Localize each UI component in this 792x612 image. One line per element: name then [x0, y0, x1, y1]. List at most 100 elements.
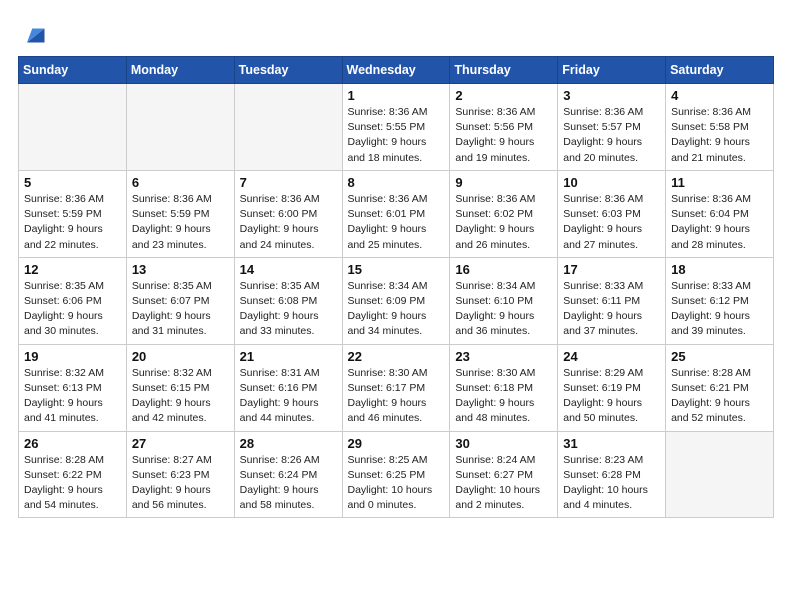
- calendar-cell: [126, 84, 234, 171]
- day-info: Sunrise: 8:23 AM Sunset: 6:28 PM Dayligh…: [563, 453, 660, 514]
- day-number: 6: [132, 175, 229, 190]
- calendar-cell: 5 Sunrise: 8:36 AM Sunset: 5:59 PM Daylig…: [19, 170, 127, 257]
- day-number: 7: [240, 175, 337, 190]
- day-number: 30: [455, 436, 552, 451]
- calendar-cell: [666, 431, 774, 518]
- col-header-monday: Monday: [126, 57, 234, 84]
- calendar-cell: 24Sunrise: 8:29 AM Sunset: 6:19 PM Dayli…: [558, 344, 666, 431]
- calendar-header-row: SundayMondayTuesdayWednesdayThursdayFrid…: [19, 57, 774, 84]
- calendar-cell: 17 Sunrise: 8:33 AM Sunset: 6:11 PM Dayli…: [558, 257, 666, 344]
- calendar-cell: 13 Sunrise: 8:35 AM Sunset: 6:07 PM Dayli…: [126, 257, 234, 344]
- day-number: 19: [24, 349, 121, 364]
- day-info: Sunrise: 8:30 AM Sunset: 6:17 PM Dayligh…: [348, 366, 445, 427]
- day-info: Sunrise: 8:25 AM Sunset: 6:25 PM Dayligh…: [348, 453, 445, 514]
- day-number: 17: [563, 262, 660, 277]
- day-info: Sunrise: 8:33 AM Sunset: 6:12 PM Dayligh…: [671, 279, 768, 340]
- calendar-cell: 31Sunrise: 8:23 AM Sunset: 6:28 PM Dayli…: [558, 431, 666, 518]
- day-info: Sunrise: 8:36 AM Sunset: 6:01 PM Dayligh…: [348, 192, 445, 253]
- logo: [18, 18, 48, 46]
- day-info: Sunrise: 8:27 AM Sunset: 6:23 PM Dayligh…: [132, 453, 229, 514]
- calendar-cell: 15 Sunrise: 8:34 AM Sunset: 6:09 PM Dayli…: [342, 257, 450, 344]
- day-number: 20: [132, 349, 229, 364]
- day-number: 28: [240, 436, 337, 451]
- day-number: 29: [348, 436, 445, 451]
- calendar-cell: 19 Sunrise: 8:32 AM Sunset: 6:13 PM Dayli…: [19, 344, 127, 431]
- calendar-cell: 23 Sunrise: 8:30 AM Sunset: 6:18 PM Dayli…: [450, 344, 558, 431]
- day-number: 24: [563, 349, 660, 364]
- logo-icon: [20, 18, 48, 46]
- col-header-thursday: Thursday: [450, 57, 558, 84]
- calendar-cell: 27 Sunrise: 8:27 AM Sunset: 6:23 PM Dayli…: [126, 431, 234, 518]
- page: SundayMondayTuesdayWednesdayThursdayFrid…: [0, 0, 792, 530]
- day-info: Sunrise: 8:28 AM Sunset: 6:21 PM Dayligh…: [671, 366, 768, 427]
- day-info: Sunrise: 8:34 AM Sunset: 6:09 PM Dayligh…: [348, 279, 445, 340]
- calendar-cell: 12Sunrise: 8:35 AM Sunset: 6:06 PM Dayli…: [19, 257, 127, 344]
- day-info: Sunrise: 8:36 AM Sunset: 6:04 PM Dayligh…: [671, 192, 768, 253]
- calendar-cell: 16 Sunrise: 8:34 AM Sunset: 6:10 PM Dayli…: [450, 257, 558, 344]
- day-number: 12: [24, 262, 121, 277]
- day-info: Sunrise: 8:28 AM Sunset: 6:22 PM Dayligh…: [24, 453, 121, 514]
- week-row-1: 5 Sunrise: 8:36 AM Sunset: 5:59 PM Daylig…: [19, 170, 774, 257]
- day-number: 11: [671, 175, 768, 190]
- day-info: Sunrise: 8:36 AM Sunset: 5:55 PM Dayligh…: [348, 105, 445, 166]
- calendar-cell: [234, 84, 342, 171]
- day-number: 2: [455, 88, 552, 103]
- day-info: Sunrise: 8:36 AM Sunset: 5:56 PM Dayligh…: [455, 105, 552, 166]
- calendar-cell: 7 Sunrise: 8:36 AM Sunset: 6:00 PM Daylig…: [234, 170, 342, 257]
- day-info: Sunrise: 8:35 AM Sunset: 6:08 PM Dayligh…: [240, 279, 337, 340]
- day-number: 10: [563, 175, 660, 190]
- calendar-cell: 2 Sunrise: 8:36 AM Sunset: 5:56 PM Daylig…: [450, 84, 558, 171]
- day-info: Sunrise: 8:26 AM Sunset: 6:24 PM Dayligh…: [240, 453, 337, 514]
- day-number: 5: [24, 175, 121, 190]
- day-info: Sunrise: 8:36 AM Sunset: 6:00 PM Dayligh…: [240, 192, 337, 253]
- calendar-cell: 8 Sunrise: 8:36 AM Sunset: 6:01 PM Daylig…: [342, 170, 450, 257]
- calendar-table: SundayMondayTuesdayWednesdayThursdayFrid…: [18, 56, 774, 518]
- calendar-cell: 28 Sunrise: 8:26 AM Sunset: 6:24 PM Dayli…: [234, 431, 342, 518]
- day-info: Sunrise: 8:30 AM Sunset: 6:18 PM Dayligh…: [455, 366, 552, 427]
- col-header-saturday: Saturday: [666, 57, 774, 84]
- day-info: Sunrise: 8:35 AM Sunset: 6:07 PM Dayligh…: [132, 279, 229, 340]
- day-number: 16: [455, 262, 552, 277]
- calendar-cell: 3Sunrise: 8:36 AM Sunset: 5:57 PM Daylig…: [558, 84, 666, 171]
- week-row-0: 1 Sunrise: 8:36 AM Sunset: 5:55 PM Daylig…: [19, 84, 774, 171]
- day-number: 3: [563, 88, 660, 103]
- calendar-cell: [19, 84, 127, 171]
- calendar-cell: 10 Sunrise: 8:36 AM Sunset: 6:03 PM Dayli…: [558, 170, 666, 257]
- day-number: 27: [132, 436, 229, 451]
- day-info: Sunrise: 8:36 AM Sunset: 5:59 PM Dayligh…: [24, 192, 121, 253]
- day-number: 1: [348, 88, 445, 103]
- day-number: 8: [348, 175, 445, 190]
- day-info: Sunrise: 8:36 AM Sunset: 6:03 PM Dayligh…: [563, 192, 660, 253]
- day-number: 22: [348, 349, 445, 364]
- day-info: Sunrise: 8:36 AM Sunset: 5:59 PM Dayligh…: [132, 192, 229, 253]
- col-header-wednesday: Wednesday: [342, 57, 450, 84]
- calendar-cell: 11 Sunrise: 8:36 AM Sunset: 6:04 PM Dayli…: [666, 170, 774, 257]
- week-row-2: 12Sunrise: 8:35 AM Sunset: 6:06 PM Dayli…: [19, 257, 774, 344]
- calendar-cell: 30Sunrise: 8:24 AM Sunset: 6:27 PM Dayli…: [450, 431, 558, 518]
- day-number: 21: [240, 349, 337, 364]
- day-number: 4: [671, 88, 768, 103]
- calendar-cell: 14 Sunrise: 8:35 AM Sunset: 6:08 PM Dayli…: [234, 257, 342, 344]
- day-info: Sunrise: 8:33 AM Sunset: 6:11 PM Dayligh…: [563, 279, 660, 340]
- calendar-cell: 18Sunrise: 8:33 AM Sunset: 6:12 PM Dayli…: [666, 257, 774, 344]
- day-number: 15: [348, 262, 445, 277]
- week-row-4: 26Sunrise: 8:28 AM Sunset: 6:22 PM Dayli…: [19, 431, 774, 518]
- day-number: 13: [132, 262, 229, 277]
- day-info: Sunrise: 8:34 AM Sunset: 6:10 PM Dayligh…: [455, 279, 552, 340]
- col-header-tuesday: Tuesday: [234, 57, 342, 84]
- day-info: Sunrise: 8:36 AM Sunset: 5:58 PM Dayligh…: [671, 105, 768, 166]
- calendar-cell: 6 Sunrise: 8:36 AM Sunset: 5:59 PM Daylig…: [126, 170, 234, 257]
- day-info: Sunrise: 8:32 AM Sunset: 6:13 PM Dayligh…: [24, 366, 121, 427]
- day-number: 9: [455, 175, 552, 190]
- day-info: Sunrise: 8:36 AM Sunset: 6:02 PM Dayligh…: [455, 192, 552, 253]
- day-number: 25: [671, 349, 768, 364]
- calendar-cell: 1 Sunrise: 8:36 AM Sunset: 5:55 PM Daylig…: [342, 84, 450, 171]
- day-number: 23: [455, 349, 552, 364]
- day-info: Sunrise: 8:31 AM Sunset: 6:16 PM Dayligh…: [240, 366, 337, 427]
- day-number: 14: [240, 262, 337, 277]
- calendar-cell: 26Sunrise: 8:28 AM Sunset: 6:22 PM Dayli…: [19, 431, 127, 518]
- calendar-cell: 22 Sunrise: 8:30 AM Sunset: 6:17 PM Dayli…: [342, 344, 450, 431]
- week-row-3: 19 Sunrise: 8:32 AM Sunset: 6:13 PM Dayli…: [19, 344, 774, 431]
- col-header-friday: Friday: [558, 57, 666, 84]
- calendar-cell: 29 Sunrise: 8:25 AM Sunset: 6:25 PM Dayli…: [342, 431, 450, 518]
